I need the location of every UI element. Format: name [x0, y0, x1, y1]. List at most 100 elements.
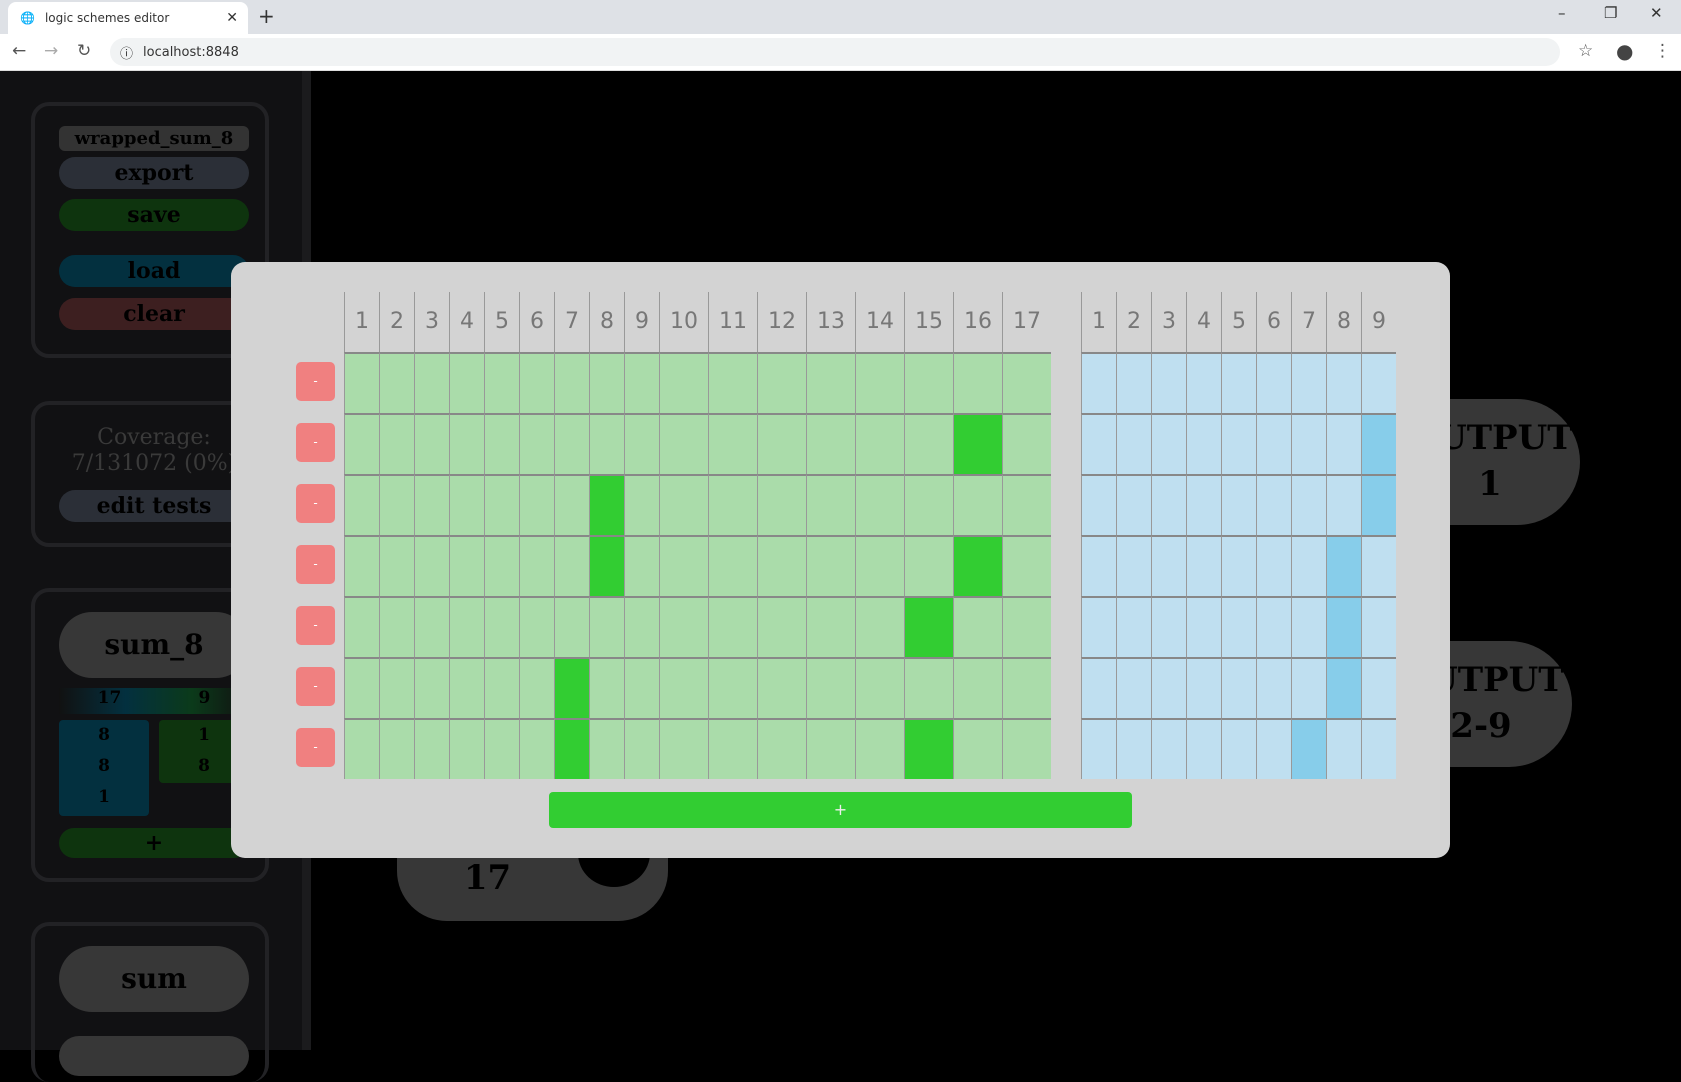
input-bit-off[interactable]	[379, 413, 414, 474]
input-bit-off[interactable]	[589, 413, 624, 474]
reload-icon[interactable]: ↻	[77, 41, 91, 61]
input-bit-off[interactable]	[659, 352, 708, 413]
back-icon[interactable]: ←	[12, 41, 26, 61]
input-bit-off[interactable]	[379, 535, 414, 596]
input-bit-off[interactable]	[624, 596, 659, 657]
input-bit-off[interactable]	[554, 474, 589, 535]
input-bit-off[interactable]	[484, 474, 519, 535]
input-bit-off[interactable]	[806, 657, 855, 718]
input-bit-off[interactable]	[953, 474, 1002, 535]
input-bit-off[interactable]	[953, 657, 1002, 718]
input-bit-off[interactable]	[344, 474, 379, 535]
input-bit-off[interactable]	[344, 352, 379, 413]
input-bit-off[interactable]	[757, 352, 806, 413]
input-bit-off[interactable]	[659, 413, 708, 474]
input-bit-off[interactable]	[1002, 413, 1051, 474]
input-bit-off[interactable]	[904, 535, 953, 596]
input-bit-off[interactable]	[624, 352, 659, 413]
input-bit-off[interactable]	[708, 413, 757, 474]
input-bit-off[interactable]	[519, 413, 554, 474]
remove-test-button[interactable]: -	[296, 484, 335, 523]
remove-test-button[interactable]: -	[296, 423, 335, 462]
input-bit-off[interactable]	[344, 413, 379, 474]
input-bit-off[interactable]	[379, 718, 414, 779]
input-bit-off[interactable]	[484, 352, 519, 413]
input-bit-off[interactable]	[953, 352, 1002, 413]
input-bit-off[interactable]	[806, 535, 855, 596]
input-bit-off[interactable]	[519, 352, 554, 413]
input-bit-off[interactable]	[757, 596, 806, 657]
input-bit-off[interactable]	[659, 657, 708, 718]
input-bit-off[interactable]	[659, 535, 708, 596]
input-bit-on[interactable]	[554, 718, 589, 779]
input-bit-off[interactable]	[624, 535, 659, 596]
input-bit-off[interactable]	[414, 474, 449, 535]
input-bit-off[interactable]	[855, 535, 904, 596]
input-bit-off[interactable]	[624, 474, 659, 535]
input-bit-off[interactable]	[806, 474, 855, 535]
edit-tests-button[interactable]: edit tests	[59, 490, 249, 522]
remove-test-button[interactable]: -	[296, 545, 335, 584]
minimize-icon[interactable]: –	[1558, 4, 1566, 22]
input-bit-off[interactable]	[953, 718, 1002, 779]
input-bit-off[interactable]	[855, 718, 904, 779]
input-bit-off[interactable]	[414, 596, 449, 657]
input-bit-off[interactable]	[1002, 596, 1051, 657]
input-bit-off[interactable]	[708, 535, 757, 596]
input-bit-off[interactable]	[519, 596, 554, 657]
forward-icon[interactable]: →	[44, 41, 58, 61]
input-bit-off[interactable]	[519, 474, 554, 535]
input-bit-off[interactable]	[855, 413, 904, 474]
remove-test-button[interactable]: -	[296, 362, 335, 401]
input-bit-off[interactable]	[589, 718, 624, 779]
input-bit-off[interactable]	[449, 596, 484, 657]
input-bit-off[interactable]	[806, 413, 855, 474]
load-button[interactable]: load	[59, 255, 249, 287]
input-bit-off[interactable]	[624, 657, 659, 718]
add-component-button[interactable]: +	[59, 828, 249, 858]
input-bit-on[interactable]	[953, 413, 1002, 474]
input-bit-off[interactable]	[624, 718, 659, 779]
scheme-name-input[interactable]: wrapped_sum_8	[59, 126, 249, 151]
input-bit-off[interactable]	[757, 535, 806, 596]
input-bit-off[interactable]	[757, 718, 806, 779]
close-tab-icon[interactable]: ✕	[226, 10, 238, 26]
input-bit-off[interactable]	[414, 657, 449, 718]
input-bit-off[interactable]	[624, 413, 659, 474]
new-tab-button[interactable]: +	[258, 4, 275, 28]
input-bit-off[interactable]	[554, 535, 589, 596]
input-bit-off[interactable]	[449, 474, 484, 535]
input-bit-on[interactable]	[904, 596, 953, 657]
input-bit-off[interactable]	[484, 657, 519, 718]
input-bit-off[interactable]	[449, 718, 484, 779]
input-bit-on[interactable]	[953, 535, 1002, 596]
input-bit-off[interactable]	[484, 718, 519, 779]
input-bit-on[interactable]	[589, 474, 624, 535]
input-bit-off[interactable]	[708, 718, 757, 779]
browser-tab[interactable]: 🌐 logic schemes editor ✕	[8, 2, 248, 34]
input-bit-off[interactable]	[554, 413, 589, 474]
url-field[interactable]: ⓘ localhost:8848	[110, 38, 1560, 66]
clear-button[interactable]: clear	[59, 298, 249, 330]
input-bit-off[interactable]	[953, 596, 1002, 657]
input-bit-off[interactable]	[904, 352, 953, 413]
input-bit-off[interactable]	[1002, 352, 1051, 413]
input-bit-off[interactable]	[757, 474, 806, 535]
remove-test-button[interactable]: -	[296, 728, 335, 767]
input-bit-off[interactable]	[344, 718, 379, 779]
save-button[interactable]: save	[59, 199, 249, 231]
input-bit-off[interactable]	[1002, 535, 1051, 596]
bookmark-star-icon[interactable]: ☆	[1578, 41, 1593, 61]
input-bit-off[interactable]	[855, 657, 904, 718]
input-bit-off[interactable]	[1002, 474, 1051, 535]
input-bit-off[interactable]	[379, 657, 414, 718]
input-bit-on[interactable]	[554, 657, 589, 718]
input-bit-off[interactable]	[708, 657, 757, 718]
input-bit-off[interactable]	[414, 535, 449, 596]
restore-icon[interactable]: ❐	[1604, 4, 1617, 22]
input-bit-off[interactable]	[589, 657, 624, 718]
input-bit-off[interactable]	[519, 535, 554, 596]
input-bit-off[interactable]	[1002, 718, 1051, 779]
input-bit-off[interactable]	[757, 657, 806, 718]
input-bit-off[interactable]	[449, 535, 484, 596]
